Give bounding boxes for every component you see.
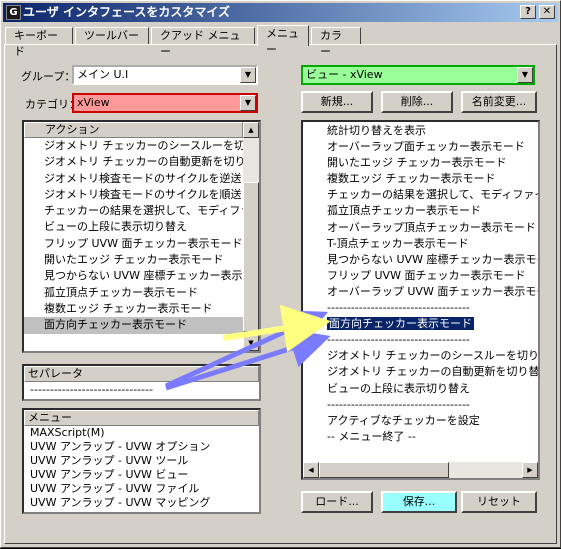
list-item[interactable]: ジオメトリ チェッカーの自動更新を切り… (24, 154, 259, 170)
list-item[interactable]: ジオメトリ検査モードのサイクルを順送り (24, 187, 259, 203)
list-item[interactable]: ジオメトリ チェッカーのシースルーを切り… (24, 138, 259, 154)
tab-keyboard[interactable]: キーボード (5, 27, 73, 58)
separator-item[interactable]: ------------------------------- (24, 382, 259, 398)
menus-list[interactable]: メニュー MAXScript(M) UVW アンラップ - UVW オプション … (22, 408, 261, 514)
actions-header: アクション (24, 122, 243, 138)
list-item[interactable]: 見つからない UVW 座標チェッカー表示… (24, 268, 259, 284)
tab-color[interactable]: カラー (311, 27, 361, 58)
menu-item-selected[interactable]: 面方向チェッカー表示モード (303, 316, 538, 332)
menu-item[interactable]: ジオメトリ チェッカーのシースルーを切り替え (303, 348, 538, 364)
group-select[interactable]: メイン U.I ▼ (72, 65, 258, 85)
customize-ui-window: G ユーザ インタフェースをカスタマイズ ? ✕ キーボード ツールバー クアッ… (0, 0, 561, 548)
menu-tree-hscrollbar[interactable]: ◀ ▶ (303, 462, 538, 478)
menu-item[interactable]: オーバーラップ面チェッカー表示モード (303, 139, 538, 155)
list-item[interactable]: UVW アンラップ - UVW ビュー (24, 468, 259, 482)
new-button[interactable]: 新規... (301, 91, 373, 113)
scroll-left-icon[interactable]: ◀ (303, 462, 319, 478)
menu-item[interactable]: チェッカーの結果を選択して、モディファイヤ ス (303, 187, 538, 203)
actions-scrollbar[interactable]: ▲ ▼ (243, 122, 259, 351)
scroll-down-icon[interactable]: ▼ (243, 335, 259, 351)
actions-list[interactable]: アクション ジオメトリ チェッカーのシースルーを切り… ジオメトリ チェッカーの… (22, 120, 261, 353)
menu-item[interactable]: ビューの上段に表示切り替え (303, 381, 538, 397)
chevron-down-icon[interactable]: ▼ (517, 67, 533, 83)
tab-toolbar[interactable]: ツールバー (75, 27, 149, 45)
menu-item[interactable]: 統計切り替えを表示 (303, 123, 538, 139)
window-title: ユーザ インタフェースをカスタマイズ (23, 5, 230, 19)
menus-header: メニュー (24, 410, 259, 426)
save-button[interactable]: 保存... (381, 491, 457, 513)
menu-tree[interactable]: 統計切り替えを表示 オーバーラップ面チェッカー表示モード 開いたエッジ チェッカ… (301, 120, 540, 480)
close-button[interactable]: ✕ (539, 5, 555, 19)
tab-quad-menu[interactable]: クアッド メニュー (151, 27, 255, 58)
rename-button[interactable]: 名前変更... (461, 91, 537, 113)
menu-select[interactable]: ビュー - xView ▼ (301, 65, 535, 85)
separator-list[interactable]: セパレータ ------------------------------- (22, 364, 261, 401)
chevron-down-icon[interactable]: ▼ (240, 95, 256, 111)
scroll-thumb[interactable] (319, 462, 449, 478)
menu-item[interactable]: オーバーラップ UVW 面チェッカー表示モード (303, 284, 538, 300)
menu-separator[interactable]: ------------------------------------ (303, 332, 538, 348)
list-item[interactable]: ビューの上段に表示切り替え (24, 219, 259, 235)
list-item[interactable]: ジオメトリ検査モードのサイクルを逆送り (24, 171, 259, 187)
group-value: メイン U.I (77, 68, 129, 81)
list-item-highlighted[interactable]: 面方向チェッカー表示モード (24, 317, 259, 334)
menu-item[interactable]: 複数エッジ チェッカー表示モード (303, 171, 538, 187)
list-item[interactable]: チェッカーの結果を選択して、モディファ… (24, 203, 259, 219)
load-button[interactable]: ロード... (301, 491, 373, 513)
app-icon: G (6, 5, 21, 20)
list-item[interactable]: UVW アンラップ - UVW オプション (24, 440, 259, 454)
chevron-down-icon[interactable]: ▼ (240, 67, 256, 83)
list-item[interactable]: UVW アンラップ - UVW ツール (24, 454, 259, 468)
list-item[interactable]: 孤立頂点チェッカー表示モード (24, 285, 259, 301)
scroll-thumb[interactable] (243, 182, 259, 332)
menu-item[interactable]: アクティブなチェッカーを設定 (303, 413, 538, 429)
menu-separator[interactable]: ------------------------------------ (303, 300, 538, 316)
scroll-up-icon[interactable]: ▲ (243, 122, 259, 138)
list-item[interactable]: 開いたエッジ チェッカー表示モード (24, 252, 259, 268)
reset-button[interactable]: リセット (461, 491, 537, 513)
group-label: グループ： (21, 70, 76, 83)
category-value: xView (77, 96, 110, 109)
help-button[interactable]: ? (520, 5, 536, 19)
menu-select-value: ビュー - xView (306, 68, 383, 81)
list-item[interactable]: 複数エッジ チェッカー表示モード (24, 301, 259, 317)
list-item[interactable]: MAXScript(M) (24, 426, 259, 440)
menu-item[interactable]: 開いたエッジ チェッカー表示モード (303, 155, 538, 171)
menu-item[interactable]: ジオメトリ チェッカーの自動更新を切り替え (303, 364, 538, 380)
list-item[interactable]: UVW アンラップ - UVW ファイル (24, 482, 259, 496)
separator-header: セパレータ (24, 366, 259, 382)
list-item[interactable]: UVW アンラップ - UVW マッピング (24, 496, 259, 510)
list-item[interactable]: フリップ UVW 面チェッカー表示モード (24, 236, 259, 252)
menu-item[interactable]: オーバーラップ頂点チェッカー表示モード (303, 220, 538, 236)
menu-item[interactable]: 見つからない UVW 座標チェッカー表示モード (303, 252, 538, 268)
menu-item[interactable]: フリップ UVW 面チェッカー表示モード (303, 268, 538, 284)
menu-item[interactable]: 孤立頂点チェッカー表示モード (303, 203, 538, 219)
menu-separator[interactable]: ------------------------------------ (303, 397, 538, 413)
menu-end-item[interactable]: -- メニュー終了 -- (303, 429, 538, 445)
tab-menu[interactable]: メニュー (257, 25, 309, 56)
delete-button[interactable]: 削除... (381, 91, 453, 113)
selected-item-label: 面方向チェッカー表示モード (327, 317, 474, 331)
menu-item[interactable]: T-頂点チェッカー表示モード (303, 236, 538, 252)
category-select[interactable]: xView ▼ (72, 93, 258, 113)
title-bar[interactable]: G ユーザ インタフェースをカスタマイズ (3, 3, 558, 22)
scroll-right-icon[interactable]: ▶ (522, 462, 538, 478)
